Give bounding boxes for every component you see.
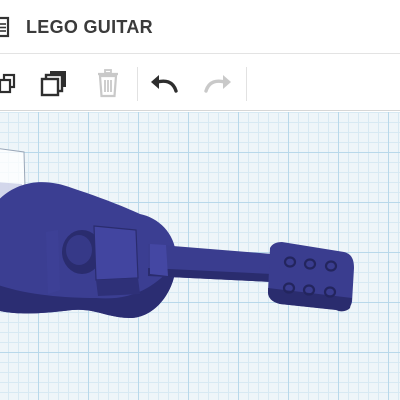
title-bar: LEGO GUITAR xyxy=(0,0,400,54)
delete-button[interactable] xyxy=(86,55,130,111)
workplane-grid[interactable] xyxy=(0,112,400,400)
toolbar-divider xyxy=(137,67,138,101)
toolbar-divider xyxy=(246,67,247,101)
lego-guitar-model[interactable] xyxy=(0,112,400,400)
duplicate-button[interactable] xyxy=(32,55,76,111)
copy-button[interactable] xyxy=(0,55,26,111)
undo-button[interactable] xyxy=(142,55,186,111)
trash-icon xyxy=(98,69,118,98)
copy-icon xyxy=(0,73,16,94)
design-title[interactable]: LEGO GUITAR xyxy=(26,17,153,38)
edit-toolbar xyxy=(0,55,400,111)
redo-arrow-icon xyxy=(204,75,231,93)
redo-button[interactable] xyxy=(196,55,240,111)
undo-arrow-icon xyxy=(151,75,178,93)
duplicate-icon xyxy=(40,71,66,97)
document-icon[interactable] xyxy=(0,16,10,38)
